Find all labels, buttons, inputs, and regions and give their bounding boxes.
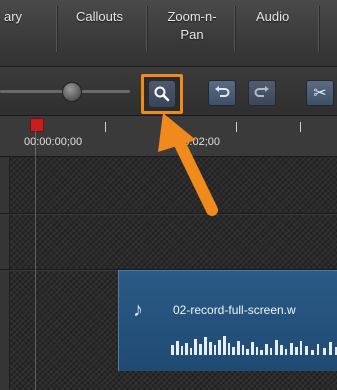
app-window: ary Callouts Zoom-n- Pan Audio ✂ 00:00:0… — [0, 0, 337, 390]
tab-divider — [56, 6, 57, 52]
scissors-icon: ✂ — [313, 85, 327, 102]
audio-waveform — [171, 336, 337, 355]
tab-zoom-n-pan[interactable]: Zoom-n- Pan — [162, 8, 222, 44]
undo-button[interactable] — [208, 80, 236, 106]
tab-audio[interactable]: Audio — [256, 8, 289, 26]
time-label-mid: 0:00:02;00 — [168, 136, 220, 148]
track-divider — [0, 213, 337, 214]
zoom-fit-button[interactable] — [141, 74, 183, 114]
undo-icon — [214, 85, 230, 102]
playhead-handle[interactable] — [30, 118, 44, 132]
redo-icon — [254, 85, 270, 102]
audio-clip[interactable]: ♪ 02-record-full-screen.w — [118, 270, 337, 371]
timeline-ruler[interactable]: 00:00:00;00 0:00:02;00 — [0, 116, 337, 157]
music-note-icon: ♪ — [133, 299, 143, 321]
task-tabbar: ary Callouts Zoom-n- Pan Audio — [0, 0, 337, 67]
ruler-tick — [170, 122, 171, 132]
tab-divider — [318, 6, 319, 52]
tab-divider — [234, 6, 235, 52]
cut-button[interactable]: ✂ — [306, 80, 334, 106]
ruler-tick — [300, 122, 301, 132]
zoom-slider-thumb[interactable] — [62, 82, 82, 102]
ruler-tick — [236, 122, 237, 132]
time-label-start: 00:00:00;00 — [24, 136, 83, 148]
timeline-toolbar: ✂ — [0, 67, 337, 116]
playhead-line — [35, 131, 36, 390]
clip-name: 02-record-full-screen.w — [173, 303, 296, 317]
ruler-tick — [105, 122, 106, 132]
magnifier-icon — [149, 81, 175, 107]
tab-divider — [146, 6, 147, 52]
track-header-strip — [0, 157, 10, 390]
redo-button[interactable] — [248, 80, 276, 106]
tab-callouts[interactable]: Callouts — [76, 8, 123, 26]
tab-library[interactable]: ary — [4, 8, 22, 26]
